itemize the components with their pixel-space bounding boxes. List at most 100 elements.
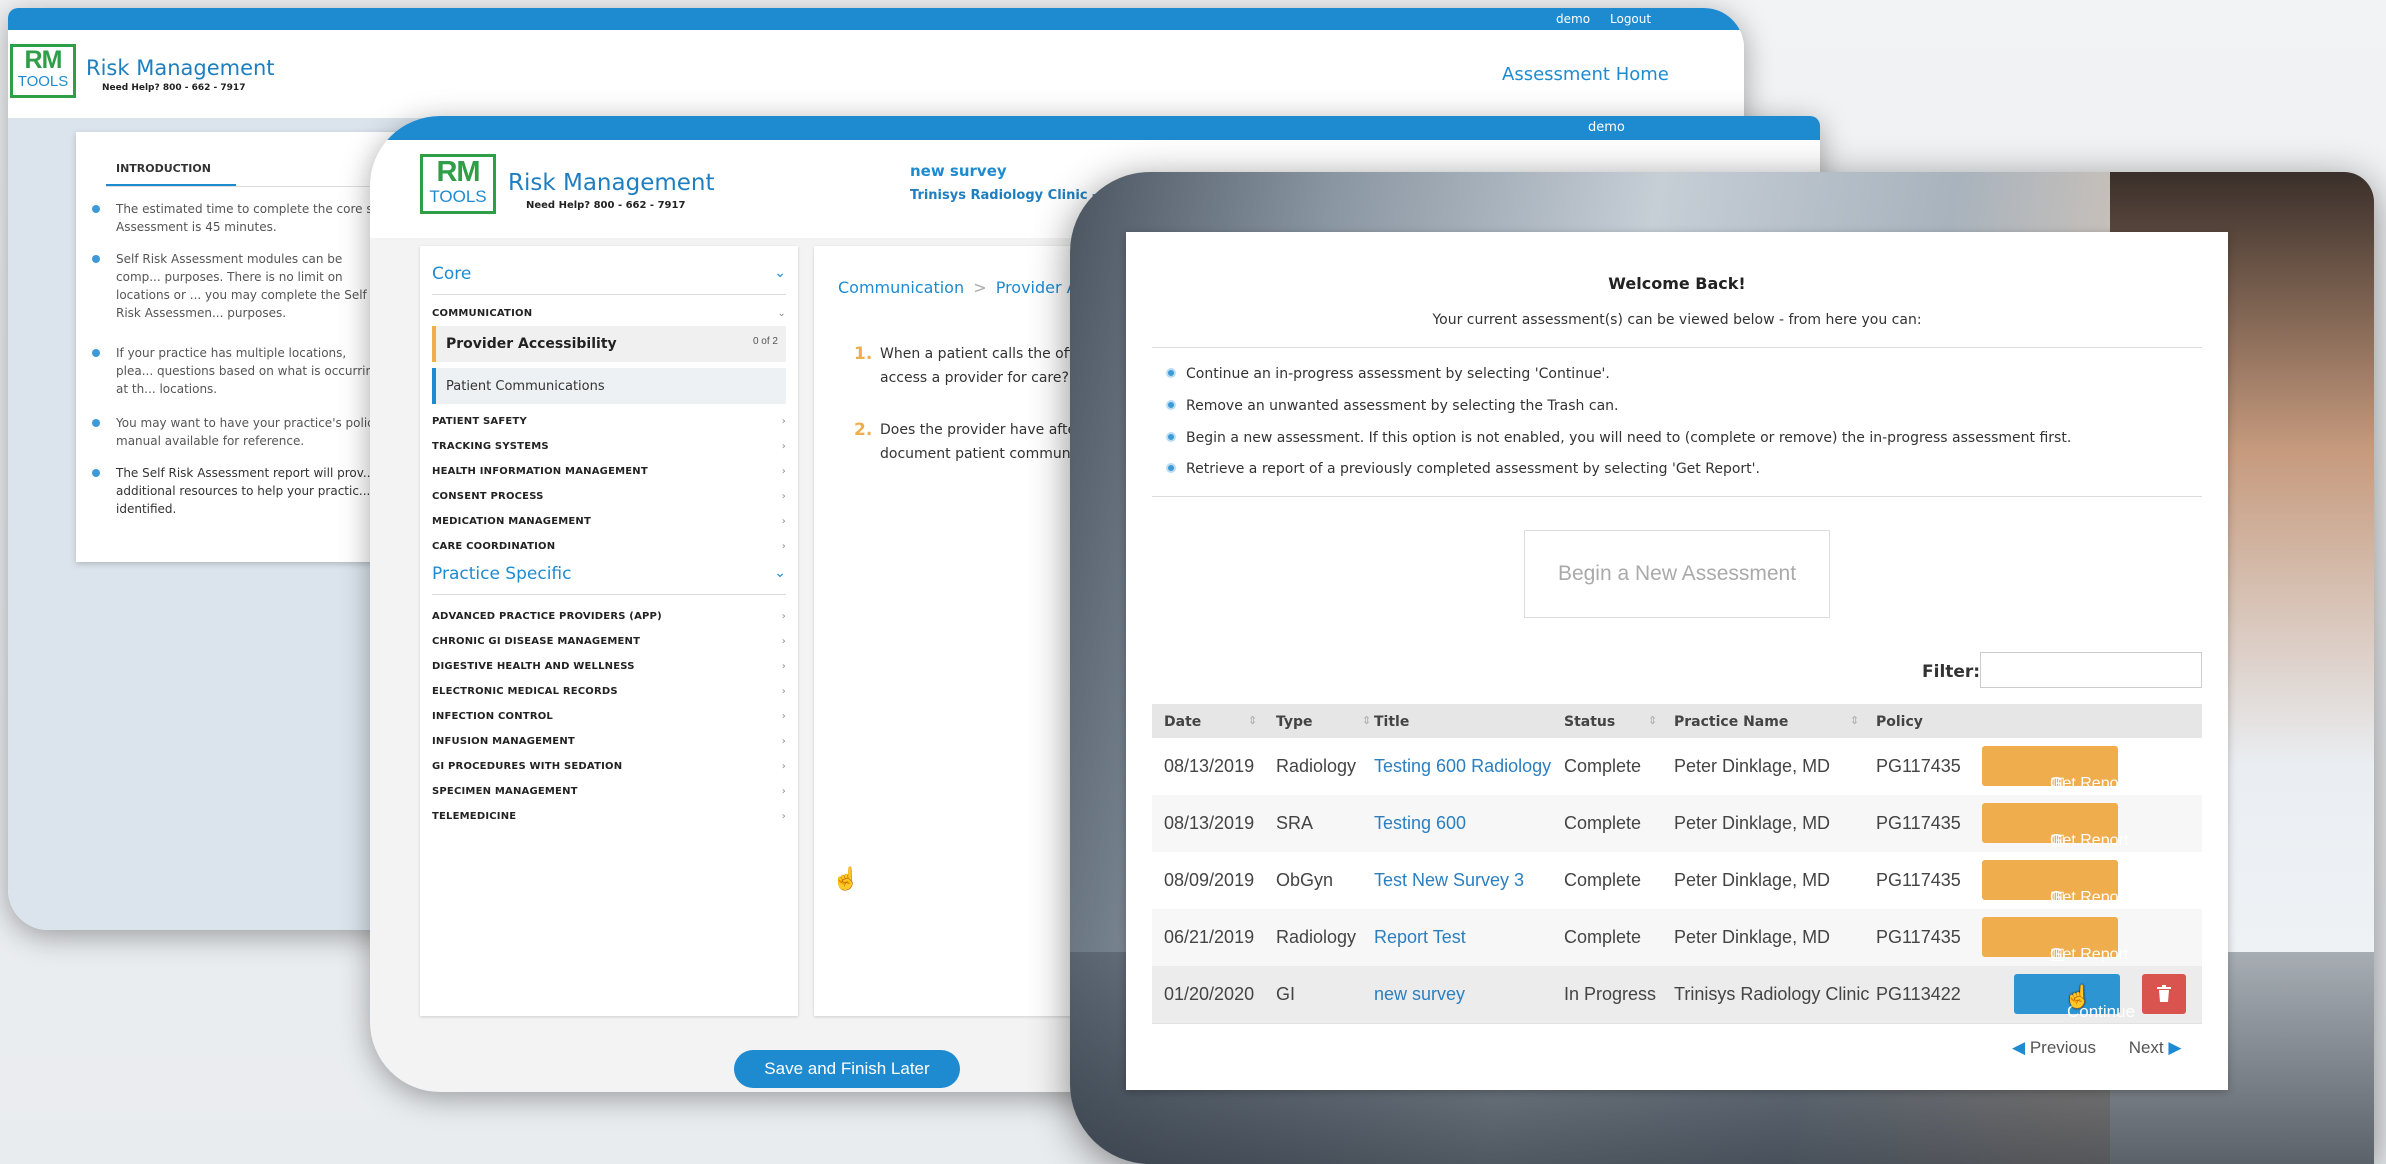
instruction-item: Retrieve a report of a previously comple… [1166,461,1760,477]
previous-button[interactable]: ◀ Previous [2012,1038,2101,1057]
welcome-title: Welcome Back! [1608,274,1746,293]
column-header-date[interactable]: Date [1164,714,1201,730]
chevron-right-icon: › [781,636,786,647]
progress-count: 0 of 2 [752,336,778,347]
section-communication[interactable]: COMMUNICATION ⌄ [432,308,786,319]
section-sidebar: Core ⌄ COMMUNICATION ⌄ Provider Accessib… [420,246,798,1016]
chevron-right-icon: › [781,686,786,697]
intro-bullet: You may want to have your practice's pol… [92,416,386,448]
section-item[interactable]: DIGESTIVE HEALTH AND WELLNESS › [432,661,786,672]
chevron-down-icon: ⌄ [774,264,786,280]
assessment-title-link[interactable]: Testing 600 [1374,813,1466,834]
chevron-right-icon: › [781,466,786,477]
brand-name: Risk Management [508,170,715,196]
filter-input[interactable] [1980,652,2202,688]
section-item[interactable]: CONSENT PROCESS › [432,491,786,502]
assessment-title-link[interactable]: Testing 600 Radiology [1374,756,1551,777]
top-bar: demo Logout [8,8,1744,30]
section-item[interactable]: INFUSION MANAGEMENT › [432,736,786,747]
chevron-down-icon: ⌄ [777,308,786,319]
section-item[interactable]: GI PROCEDURES WITH SEDATION › [432,761,786,772]
assessments-table: Date ⇕ Type ⇕ Title Status ⇕ Practice Na… [1152,704,2202,1024]
rm-tools-logo[interactable]: RM TOOLS [10,44,76,98]
chevron-right-icon: › [781,611,786,622]
rm-tools-logo[interactable]: RM TOOLS [420,154,496,214]
welcome-subtitle: Your current assessment(s) can be viewed… [1432,312,1922,328]
chevron-right-icon: › [781,786,786,797]
bullet-icon [1166,463,1176,473]
instruction-item: Remove an unwanted assessment by selecti… [1166,398,1618,414]
brand-name: Risk Management [86,56,275,80]
user-link[interactable]: demo [1556,12,1590,26]
section-item[interactable]: MEDICATION MANAGEMENT › [432,516,786,527]
question-number: 1. [854,344,873,364]
core-header[interactable]: Core ⌄ [432,264,786,295]
section-item[interactable]: TRACKING SYSTEMS › [432,441,786,452]
section-item[interactable]: TELEMEDICINE › [432,811,786,822]
assessment-title-link[interactable]: new survey [1374,984,1465,1005]
hand-cursor-icon: ☝ [2064,984,2092,1009]
welcome-window: Welcome Back! Your current assessment(s)… [1070,172,2374,1164]
begin-new-assessment-button[interactable]: Begin a New Assessment [1524,530,1830,618]
chevron-right-icon: › [781,441,786,452]
breadcrumb-separator: > [973,278,987,297]
get-report-button[interactable]: ▥ Get Report [1982,860,2128,906]
sort-icon[interactable]: ⇕ [1362,714,1371,727]
caret-left-icon: ◀ [2012,1038,2026,1057]
hand-cursor-icon: ☝ [832,866,860,891]
column-header-title[interactable]: Title [1374,714,1409,730]
section-item[interactable]: CARE COORDINATION › [432,541,786,552]
logout-link[interactable]: Logout [1610,12,1651,26]
assessment-title-link[interactable]: Report Test [1374,927,1466,948]
assessment-home-link[interactable]: Assessment Home [1502,64,1669,85]
chevron-right-icon: › [781,711,786,722]
section-item[interactable]: SPECIMEN MANAGEMENT › [432,786,786,797]
sub-item-patient-communications[interactable]: Patient Communications [432,368,786,404]
bullet-icon [1166,368,1176,378]
help-phone: Need Help? 800 - 662 - 7917 [102,83,246,93]
caret-right-icon: ▶ [2168,1038,2182,1057]
column-header-status[interactable]: Status [1564,714,1615,730]
chevron-right-icon: › [781,491,786,502]
get-report-button[interactable]: ▥ Get Report [1982,746,2128,792]
header: RM TOOLS Risk Management Need Help? 800 … [8,30,1744,118]
chevron-right-icon: › [781,661,786,672]
intro-bullet: The estimated time to complete the core … [92,202,385,234]
get-report-button[interactable]: ▥ Get Report [1982,803,2128,849]
intro-bullet: If your practice has multiple locations,… [92,344,386,398]
get-report-button[interactable]: ▥ Get Report [1982,917,2128,963]
user-link[interactable]: demo [1588,120,1625,135]
breadcrumb-communication[interactable]: Communication [838,278,964,297]
chevron-right-icon: › [781,416,786,427]
chevron-right-icon: › [781,811,786,822]
column-header-practice-name[interactable]: Practice Name [1674,714,1788,730]
question-number: 2. [854,420,873,440]
section-item[interactable]: INFECTION CONTROL › [432,711,786,722]
table-row: 08/09/2019 ObGyn Test New Survey 3 Compl… [1152,852,2202,910]
intro-tab[interactable]: INTRODUCTION [116,162,211,175]
trash-button[interactable] [2142,974,2186,1014]
instruction-item: Continue an in-progress assessment by se… [1166,366,1610,382]
column-header-type[interactable]: Type [1276,714,1313,730]
column-header-policy[interactable]: Policy [1876,714,1923,730]
sort-icon[interactable]: ⇕ [1648,714,1657,727]
sort-icon[interactable]: ⇕ [1248,714,1257,727]
pagination: ◀ Previous Next ▶ [2012,1038,2181,1058]
practice-specific-header[interactable]: Practice Specific ⌄ [432,564,786,595]
section-item[interactable]: ELECTRONIC MEDICAL RECORDS › [432,686,786,697]
section-item[interactable]: ADVANCED PRACTICE PROVIDERS (APP) › [432,611,786,622]
section-item[interactable]: PATIENT SAFETY › [432,416,786,427]
section-item[interactable]: HEALTH INFORMATION MANAGEMENT › [432,466,786,477]
table-header: Date ⇕ Type ⇕ Title Status ⇕ Practice Na… [1152,704,2202,738]
sub-item-provider-accessibility[interactable]: Provider Accessibility 0 of 2 [432,326,786,362]
next-button[interactable]: Next ▶ [2129,1038,2182,1057]
section-item[interactable]: CHRONIC GI DISEASE MANAGEMENT › [432,636,786,647]
bullet-icon [1166,400,1176,410]
assessment-title-link[interactable]: Test New Survey 3 [1374,870,1524,891]
save-and-finish-later-button[interactable]: Save and Finish Later [734,1050,960,1088]
divider [1152,496,2202,497]
sort-icon[interactable]: ⇕ [1850,714,1859,727]
instruction-item: Begin a new assessment. If this option i… [1166,430,2071,446]
chevron-right-icon: › [781,761,786,772]
intro-bullet: Self Risk Assessment modules can be comp… [92,250,386,322]
